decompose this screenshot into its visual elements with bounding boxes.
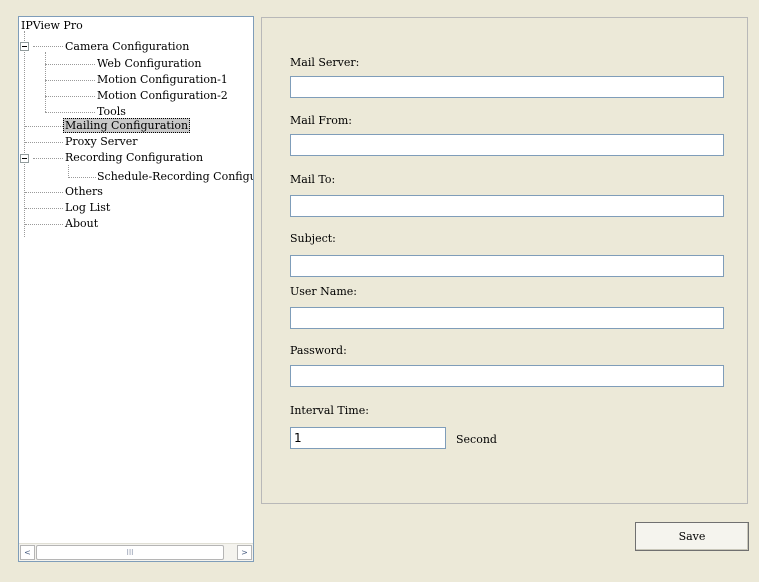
mail-to-label: Mail To: [290,173,336,186]
tree-item-label: Proxy Server [65,135,138,148]
tree-item-label: Motion Configuration-1 [97,73,228,86]
tree-item-label: Mailing Configuration [63,118,191,133]
horizontal-scrollbar[interactable]: < III > [19,543,253,561]
tree-line [25,192,63,193]
tree-item-mailing-configuration[interactable]: Mailing Configuration [63,118,191,133]
tree-item-tools[interactable]: Tools [96,104,127,119]
user-name-input[interactable] [290,307,724,329]
mail-from-input[interactable] [290,134,724,156]
tree-item-log-list[interactable]: Log List [64,200,111,215]
mail-server-label: Mail Server: [290,56,360,69]
subject-label: Subject: [290,232,336,245]
tree-line [25,224,63,225]
tree-item-recording-configuration[interactable]: Recording Configuration [64,150,204,165]
mail-to-input[interactable] [290,195,724,217]
tree-line [24,31,25,237]
interval-unit-label: Second [456,433,497,446]
password-input[interactable] [290,365,724,387]
tree-line [45,52,46,112]
tree-line [25,142,63,143]
scroll-right-icon[interactable]: > [237,545,252,560]
tree-line [45,96,95,97]
minus-box-icon[interactable] [20,154,29,163]
tree-line [25,126,63,127]
mail-from-label: Mail From: [290,114,353,127]
tree-item-about[interactable]: About [64,216,99,231]
tree-item-camera-configuration[interactable]: Camera Configuration [64,39,190,54]
tree-item-motion-configuration-1[interactable]: Motion Configuration-1 [96,72,229,87]
scroll-left-icon[interactable]: < [20,545,35,560]
tree-item-label: About [65,217,99,230]
scrollbar-thumb[interactable]: III [36,545,224,560]
tree-item-others[interactable]: Others [64,184,104,199]
tree-line [25,208,63,209]
tree-item-ipview-pro[interactable]: IPView Pro [20,18,84,33]
subject-input[interactable] [290,255,724,277]
password-label: Password: [290,344,347,357]
minus-box-icon[interactable] [20,42,29,51]
mail-server-input[interactable] [290,76,724,98]
tree-item-label: IPView Pro [21,19,83,32]
tree-item-label: Schedule-Recording Configu [97,170,253,183]
tree-line [33,158,63,159]
tree-item-label: Tools [97,105,126,118]
tree-item-label: Camera Configuration [65,40,190,53]
interval-time-input[interactable] [290,427,446,449]
user-name-label: User Name: [290,285,358,298]
tree-item-label: Log List [65,201,111,214]
tree-line [33,46,63,47]
tree-line [45,80,95,81]
save-button[interactable]: Save [635,522,749,551]
config-tree-view[interactable]: IPView Pro Camera Configuration Web Conf… [18,16,254,562]
interval-time-label: Interval Time: [290,404,369,417]
tree-item-label: Motion Configuration-2 [97,89,228,102]
tree-item-label: Web Configuration [97,57,202,70]
tree-line [45,112,95,113]
tree-item-web-configuration[interactable]: Web Configuration [96,56,203,71]
tree-line [45,64,95,65]
tree-item-label: Recording Configuration [65,151,204,164]
tree-item-motion-configuration-2[interactable]: Motion Configuration-2 [96,88,229,103]
mailing-configuration-panel: Mail Server: Mail From: Mail To: Subject… [261,17,748,504]
tree-item-proxy-server[interactable]: Proxy Server [64,134,138,149]
tree-line [68,177,96,178]
tree-item-schedule-recording[interactable]: Schedule-Recording Configu [96,169,253,184]
tree-item-label: Others [65,185,103,198]
